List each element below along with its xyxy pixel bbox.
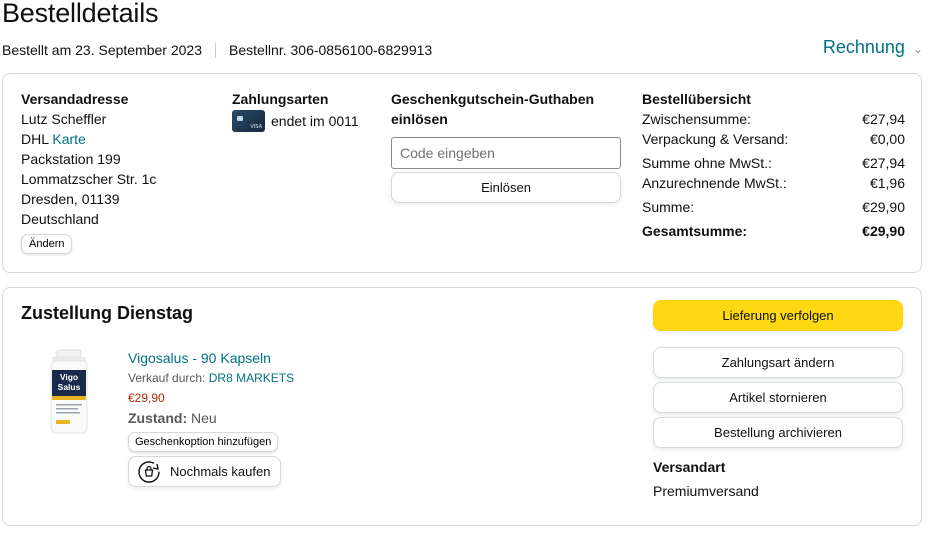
product-title-link[interactable]: Vigosalus - 90 Kapseln	[128, 348, 368, 368]
summary-label: Anzurechnende MwSt.:	[642, 175, 787, 191]
order-summary: Bestellübersicht Zwischensumme: €27,94 V…	[642, 89, 905, 241]
summary-row: Verpackung & Versand: €0,00	[642, 129, 905, 149]
buy-again-icon	[138, 460, 160, 483]
svg-text:Salus: Salus	[58, 382, 81, 392]
order-meta: Bestellt am 23. September 2023 Bestellnr…	[2, 42, 432, 58]
product-image[interactable]: Vigo Salus	[43, 348, 95, 436]
payment-method: VISA endet im 0011	[232, 110, 382, 132]
summary-label: Verpackung & Versand:	[642, 131, 789, 147]
summary-label: Summe:	[642, 199, 695, 215]
shipping-method-value: Premiumversand	[653, 483, 759, 499]
summary-value: €1,96	[869, 175, 905, 191]
order-actions: Lieferung verfolgen Zahlungsart ändern A…	[653, 300, 903, 501]
invoice-dropdown[interactable]: Rechnung ⌄	[823, 37, 923, 58]
summary-value: €27,94	[862, 155, 905, 171]
order-date: Bestellt am 23. September 2023	[2, 42, 203, 58]
redeem-button[interactable]: Einlösen	[391, 172, 621, 203]
giftcard-code-input[interactable]	[391, 137, 621, 169]
giftcard-section: Geschenkgutschein-Guthaben einlösen Einl…	[391, 89, 623, 203]
add-gift-option-button[interactable]: Geschenkoption hinzufügen	[128, 432, 279, 452]
product-seller: Verkauf durch: DR8 MARKETS	[128, 368, 368, 388]
product-condition: Zustand: Neu	[128, 408, 368, 428]
summary-value: €29,90	[862, 223, 905, 239]
invoice-label: Rechnung	[822, 37, 905, 57]
buy-again-label: Nochmals kaufen	[170, 464, 271, 479]
summary-row: Summe ohne MwSt.: €27,94	[642, 153, 905, 173]
order-info-card: Versandadresse Lutz Scheffler DHL Karte …	[2, 73, 922, 273]
summary-total-row: Gesamtsumme: €29,90	[642, 221, 905, 241]
summary-label: Summe ohne MwSt.:	[642, 155, 772, 171]
svg-text:Vigo: Vigo	[60, 372, 78, 382]
summary-heading: Bestellübersicht	[642, 91, 751, 107]
summary-value: €0,00	[869, 131, 905, 147]
address-line-4: Deutschland	[21, 211, 99, 227]
chevron-down-icon: ⌄	[912, 41, 923, 56]
map-link[interactable]: Karte	[52, 131, 85, 147]
address-heading: Versandadresse	[21, 91, 129, 107]
buy-again-button[interactable]: Nochmals kaufen	[128, 456, 282, 487]
seller-link[interactable]: DR8 MARKETS	[209, 371, 294, 385]
address-line-2: Lommatzscher Str. 1c	[21, 171, 157, 187]
delivery-card: Zustellung Dienstag Vigo Salus Vigosalus…	[2, 287, 922, 526]
credit-card-icon: VISA	[232, 110, 265, 132]
shipping-address-section: Versandadresse Lutz Scheffler DHL Karte …	[21, 89, 211, 254]
payment-heading: Zahlungsarten	[232, 91, 329, 107]
track-package-button[interactable]: Lieferung verfolgen	[653, 300, 903, 331]
seller-prefix: Verkauf durch:	[128, 371, 206, 385]
shipping-method-heading: Versandart	[653, 459, 726, 475]
condition-value: Neu	[191, 410, 217, 426]
address-line-3: Dresden, 01139	[21, 191, 120, 207]
divider	[215, 42, 217, 58]
summary-label: Zwischensumme:	[642, 111, 751, 127]
summary-row: Summe: €29,90	[642, 197, 905, 217]
carrier-name: DHL	[21, 131, 49, 147]
summary-label: Gesamtsumme:	[642, 223, 748, 239]
card-ending: endet im 0011	[271, 113, 359, 129]
address-line-1: Packstation 199	[21, 151, 121, 167]
cancel-items-button[interactable]: Artikel stornieren	[653, 382, 903, 413]
archive-order-button[interactable]: Bestellung archivieren	[653, 417, 903, 448]
address-carrier: DHL Karte	[21, 129, 211, 149]
payment-section: Zahlungsarten VISA endet im 0011	[232, 89, 382, 132]
page-title: Bestelldetails	[2, 0, 159, 28]
card-brand: VISA	[250, 124, 262, 130]
product-info: Vigosalus - 90 Kapseln Verkauf durch: DR…	[128, 348, 368, 489]
order-number: Bestellnr. 306-0856100-6829913	[229, 42, 433, 58]
summary-row: Anzurechnende MwSt.: €1,96	[642, 173, 905, 193]
delivery-title: Zustellung Dienstag	[21, 303, 194, 323]
condition-label: Zustand:	[128, 410, 188, 426]
change-payment-button[interactable]: Zahlungsart ändern	[653, 347, 903, 378]
summary-row: Zwischensumme: €27,94	[642, 109, 905, 129]
product-price: €29,90	[128, 391, 165, 405]
summary-value: €27,94	[862, 111, 905, 127]
summary-value: €29,90	[862, 199, 905, 215]
giftcard-heading: Geschenkgutschein-Guthaben einlösen	[391, 91, 595, 127]
change-address-button[interactable]: Ändern	[21, 234, 73, 254]
address-name: Lutz Scheffler	[21, 111, 107, 127]
